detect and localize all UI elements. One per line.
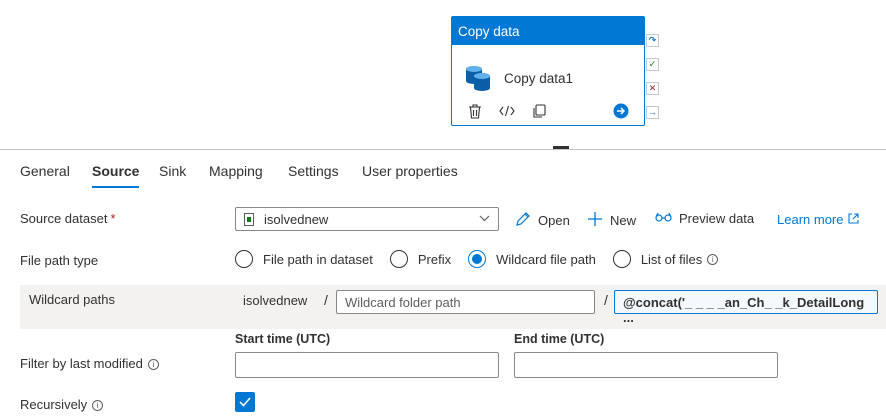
database-copy-icon xyxy=(464,63,494,93)
start-time-input[interactable] xyxy=(235,352,499,378)
checkmark-icon xyxy=(239,397,251,407)
success-port-icon[interactable]: ✓ xyxy=(646,58,659,71)
path-separator: / xyxy=(604,292,608,308)
activity-ports: ↷ ✓ ✕ → xyxy=(646,34,660,130)
recursively-checkbox[interactable] xyxy=(235,392,255,412)
radio-wildcard-file-path[interactable]: Wildcard file path xyxy=(468,250,596,268)
external-link-icon xyxy=(848,212,860,227)
info-icon[interactable]: i xyxy=(707,253,719,265)
radio-circle xyxy=(612,250,631,268)
radio-circle xyxy=(235,250,253,268)
radio-list-of-files[interactable]: List of files i xyxy=(612,250,719,268)
resize-grip[interactable] xyxy=(553,146,569,149)
wildcard-paths-label: Wildcard paths xyxy=(29,292,115,307)
start-time-label: Start time (UTC) xyxy=(235,332,331,346)
info-icon[interactable]: i xyxy=(92,400,104,411)
source-dataset-dropdown[interactable]: isolvednew xyxy=(235,207,499,231)
learn-more-link[interactable]: Learn more xyxy=(777,212,860,227)
go-arrow-icon[interactable] xyxy=(612,102,630,120)
activity-type-header: Copy data xyxy=(452,17,644,45)
properties-tabs: General Source Sink Mapping Settings Use… xyxy=(0,150,886,190)
info-icon[interactable]: i xyxy=(147,359,159,370)
completion-port-icon[interactable]: → xyxy=(646,106,659,119)
code-icon[interactable] xyxy=(498,102,516,120)
pencil-icon xyxy=(515,211,531,230)
tab-source[interactable]: Source xyxy=(92,150,140,188)
radio-circle-selected xyxy=(468,250,487,268)
source-dataset-label: Source dataset * xyxy=(20,211,116,226)
recursively-label: Recursively i xyxy=(20,397,104,412)
preview-data-button[interactable]: Preview data xyxy=(655,211,754,226)
radio-prefix[interactable]: Prefix xyxy=(389,250,451,268)
activity-name: Copy data1 xyxy=(504,70,574,86)
pipeline-canvas[interactable]: Copy data Copy data1 ↷ ✓ ✕ → xyxy=(0,0,886,149)
skip-port-icon[interactable]: ↷ xyxy=(646,34,659,47)
clone-icon[interactable] xyxy=(530,102,548,120)
radio-file-path-in-dataset[interactable]: File path in dataset xyxy=(235,250,373,268)
path-separator: / xyxy=(324,292,328,308)
glasses-icon xyxy=(655,211,672,226)
tab-user-properties[interactable]: User properties xyxy=(362,150,458,188)
end-time-input[interactable] xyxy=(514,352,778,378)
end-time-label: End time (UTC) xyxy=(514,332,605,346)
wildcard-file-name-input[interactable]: @concat('_ _ _ _an_Ch_ _k_DetailLong ... xyxy=(614,290,878,325)
open-dataset-button[interactable]: Open xyxy=(515,211,570,230)
source-dataset-value: isolvednew xyxy=(264,211,329,227)
delete-icon[interactable] xyxy=(466,102,484,120)
required-marker: * xyxy=(110,211,116,226)
tab-general[interactable]: General xyxy=(20,150,70,188)
filter-last-modified-label: Filter by last modified i xyxy=(20,356,159,371)
failure-port-icon[interactable]: ✕ xyxy=(646,82,659,95)
tab-settings[interactable]: Settings xyxy=(288,150,339,188)
wildcard-root-folder: isolvednew xyxy=(243,293,308,308)
radio-circle xyxy=(389,250,408,268)
tab-mapping[interactable]: Mapping xyxy=(209,150,263,188)
tab-sink[interactable]: Sink xyxy=(159,150,186,188)
file-path-type-label: File path type xyxy=(20,253,99,268)
plus-icon xyxy=(587,211,603,230)
chevron-down-icon xyxy=(479,214,490,225)
copy-data-activity[interactable]: Copy data Copy data1 xyxy=(451,16,645,126)
file-path-type-radiogroup: File path in dataset Prefix Wildcard fil… xyxy=(235,250,735,268)
dataset-file-icon xyxy=(244,212,254,226)
wildcard-folder-path-input[interactable]: Wildcard folder path xyxy=(336,290,595,314)
new-dataset-button[interactable]: New xyxy=(587,211,636,230)
